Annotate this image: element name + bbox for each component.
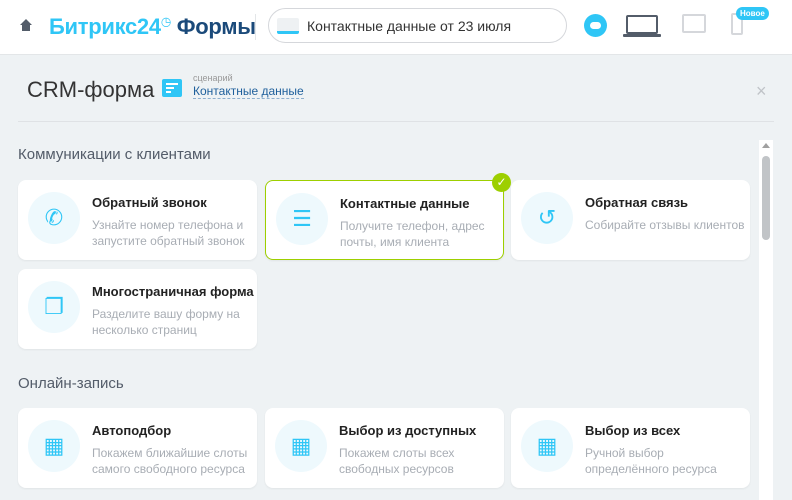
card-title: Многостраничная форма <box>92 284 254 299</box>
section-title: Онлайн-запись <box>18 375 124 392</box>
card-title: Контактные данные <box>340 196 470 211</box>
card-desc: Узнайте номер телефона и запустите обрат… <box>92 218 245 248</box>
scroll-up-icon[interactable] <box>762 143 770 148</box>
home-icon[interactable] <box>19 18 33 32</box>
check-icon: ✓ <box>492 173 511 192</box>
top-header: Битрикс24◷ Формы Контактные данные от 23… <box>0 0 792 55</box>
tablet-preview-icon[interactable] <box>682 14 706 33</box>
page-title: CRM-форма <box>27 77 155 102</box>
form-icon: ☰ <box>276 193 328 245</box>
section-title: Коммуникации с клиентами <box>18 146 211 163</box>
card-contact-data[interactable]: ☰ Контактные данные Получите телефон, ад… <box>265 173 511 260</box>
logo[interactable]: Битрикс24◷ Формы <box>49 14 256 40</box>
feedback-icon: ↺ <box>521 192 573 244</box>
close-icon[interactable]: × <box>756 81 767 102</box>
scenario-label: сценарий <box>193 73 233 83</box>
card-desc: Ручной выбор определённого ресурса <box>585 446 717 476</box>
clock-icon: ◷ <box>160 14 171 29</box>
card-desc: Покажем слоты всех свободных ресурсов <box>339 446 455 476</box>
card-title: Автоподбор <box>92 423 172 438</box>
card-title: Обратный звонок <box>92 195 207 210</box>
card-choose-all[interactable]: ▦ Выбор из всех Ручной выбор определённо… <box>511 408 750 488</box>
calendar-icon: ▦ <box>275 420 327 472</box>
form-icon <box>277 18 299 34</box>
form-name-field[interactable]: Контактные данные от 23 июля <box>268 8 567 43</box>
card-callback[interactable]: ✆ Обратный звонок Узнайте номер телефона… <box>18 180 257 260</box>
card-title: Выбор из доступных <box>339 423 477 438</box>
divider <box>255 14 256 40</box>
scrollbar[interactable] <box>759 140 773 500</box>
scenario-link[interactable]: Контактные данные <box>193 84 304 99</box>
card-desc: Собирайте отзывы клиентов <box>585 218 745 232</box>
card-desc: Получите телефон, адрес почты, имя клиен… <box>340 219 485 249</box>
calendar-icon: ▦ <box>28 420 80 472</box>
card-desc: Разделите вашу форму на несколько страни… <box>92 307 240 337</box>
card-title: Выбор из всех <box>585 423 681 438</box>
new-badge: Новое <box>736 7 769 20</box>
card-multipage[interactable]: ❐ Многостраничная форма Разделите вашу ф… <box>18 269 257 349</box>
card-desc: Покажем ближайшие слоты самого свободног… <box>92 446 248 476</box>
card-auto-select[interactable]: ▦ Автоподбор Покажем ближайшие слоты сам… <box>18 408 257 488</box>
pages-icon: ❐ <box>28 281 80 333</box>
divider <box>18 121 774 122</box>
card-feedback[interactable]: ↺ Обратная связь Собирайте отзывы клиент… <box>511 180 750 260</box>
card-choose-available[interactable]: ▦ Выбор из доступных Покажем слоты всех … <box>265 408 504 488</box>
phone-icon: ✆ <box>28 192 80 244</box>
cloud-icon[interactable] <box>584 14 607 37</box>
desktop-preview-icon[interactable] <box>623 15 661 37</box>
scrollbar-thumb[interactable] <box>762 156 770 240</box>
scenario-icon <box>162 79 182 97</box>
card-title: Обратная связь <box>585 195 689 210</box>
calendar-icon: ▦ <box>521 420 573 472</box>
